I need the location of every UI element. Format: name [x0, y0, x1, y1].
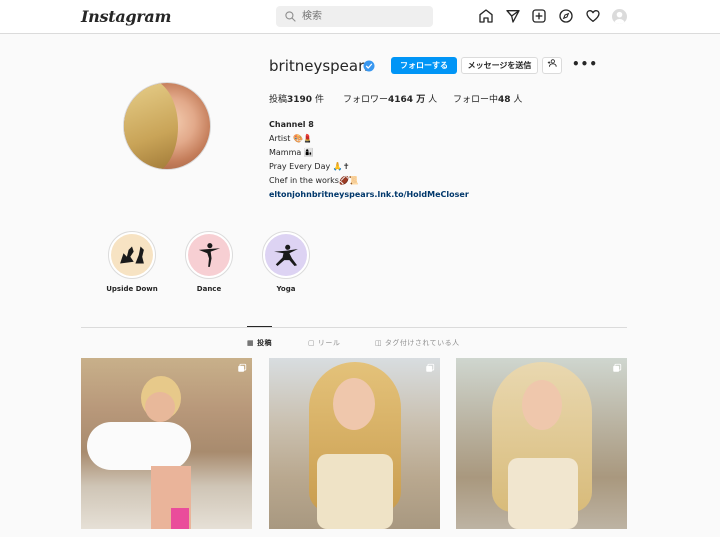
- tagged-icon: ◫: [375, 339, 383, 347]
- verified-badge-icon: [363, 60, 375, 72]
- heart-icon[interactable]: [585, 8, 601, 24]
- grid-icon: ▦: [247, 339, 255, 347]
- profile-username: britneyspears: [269, 57, 373, 75]
- active-tab-indicator: [247, 326, 272, 327]
- home-icon[interactable]: [478, 8, 494, 24]
- gymnast-silhouette-icon: [120, 246, 144, 264]
- add-person-icon: [547, 59, 557, 67]
- highlight-yoga[interactable]: Yoga: [251, 231, 321, 293]
- highlight-label: Dance: [196, 285, 222, 293]
- followers-count[interactable]: フォロワー4164 万 人: [343, 92, 437, 105]
- bio-display-name: Channel 8: [269, 120, 314, 129]
- bio-line: Chef in the works🏈📜: [269, 176, 359, 185]
- follow-button[interactable]: フォローする: [391, 57, 457, 74]
- post-thumbnail[interactable]: [456, 358, 627, 529]
- carousel-icon: [613, 363, 622, 372]
- chevron-down-icon[interactable]: ⌄: [146, 9, 154, 19]
- profile-bio: Channel 8 Artist 🎨💄 Mamma 👩‍👦 Pray Every…: [269, 118, 469, 202]
- avatar-placeholder-icon: [614, 11, 625, 24]
- direct-message-icon[interactable]: [505, 8, 521, 24]
- highlight-label: Yoga: [276, 285, 296, 293]
- highlight-upside-down[interactable]: Upside Down: [97, 231, 167, 293]
- yoga-silhouette-icon: [274, 244, 298, 267]
- post-thumbnail[interactable]: [81, 358, 252, 529]
- tab-posts[interactable]: ▦ 投稿: [247, 338, 272, 348]
- carousel-icon: [426, 363, 435, 372]
- following-count[interactable]: フォロー中48 人: [453, 92, 522, 105]
- suggested-users-button[interactable]: [542, 57, 562, 74]
- tab-reels[interactable]: ▢ リール: [308, 338, 340, 348]
- bio-link[interactable]: eltonjohnbritneyspears.lnk.to/HoldMeClos…: [269, 188, 469, 202]
- explore-icon[interactable]: [558, 8, 574, 24]
- dancer-silhouette-icon: [198, 243, 221, 267]
- search-box[interactable]: [276, 6, 433, 27]
- tabs-divider: [81, 327, 627, 328]
- highlight-dance[interactable]: Dance: [174, 231, 244, 293]
- bio-line: Mamma 👩‍👦: [269, 148, 314, 157]
- highlight-label: Upside Down: [106, 285, 158, 293]
- carousel-icon: [238, 363, 247, 372]
- new-post-icon[interactable]: [531, 8, 547, 24]
- more-options-icon[interactable]: •••: [572, 57, 597, 73]
- user-avatar[interactable]: [612, 9, 627, 24]
- post-thumbnail[interactable]: [269, 358, 440, 529]
- tab-tagged[interactable]: ◫ タグ付けされている人: [375, 338, 460, 348]
- posts-count: 投稿3190 件: [269, 95, 324, 105]
- message-button[interactable]: メッセージを送信: [461, 57, 538, 74]
- top-navigation-bar: Instagram ⌄: [0, 0, 720, 34]
- profile-picture[interactable]: [123, 82, 211, 170]
- search-input[interactable]: [302, 8, 422, 25]
- reels-icon: ▢: [308, 339, 316, 347]
- bio-line: Pray Every Day 🙏✝: [269, 162, 350, 171]
- bio-line: Artist 🎨💄: [269, 134, 313, 143]
- search-icon: [285, 11, 296, 22]
- instagram-logo[interactable]: Instagram: [81, 7, 171, 26]
